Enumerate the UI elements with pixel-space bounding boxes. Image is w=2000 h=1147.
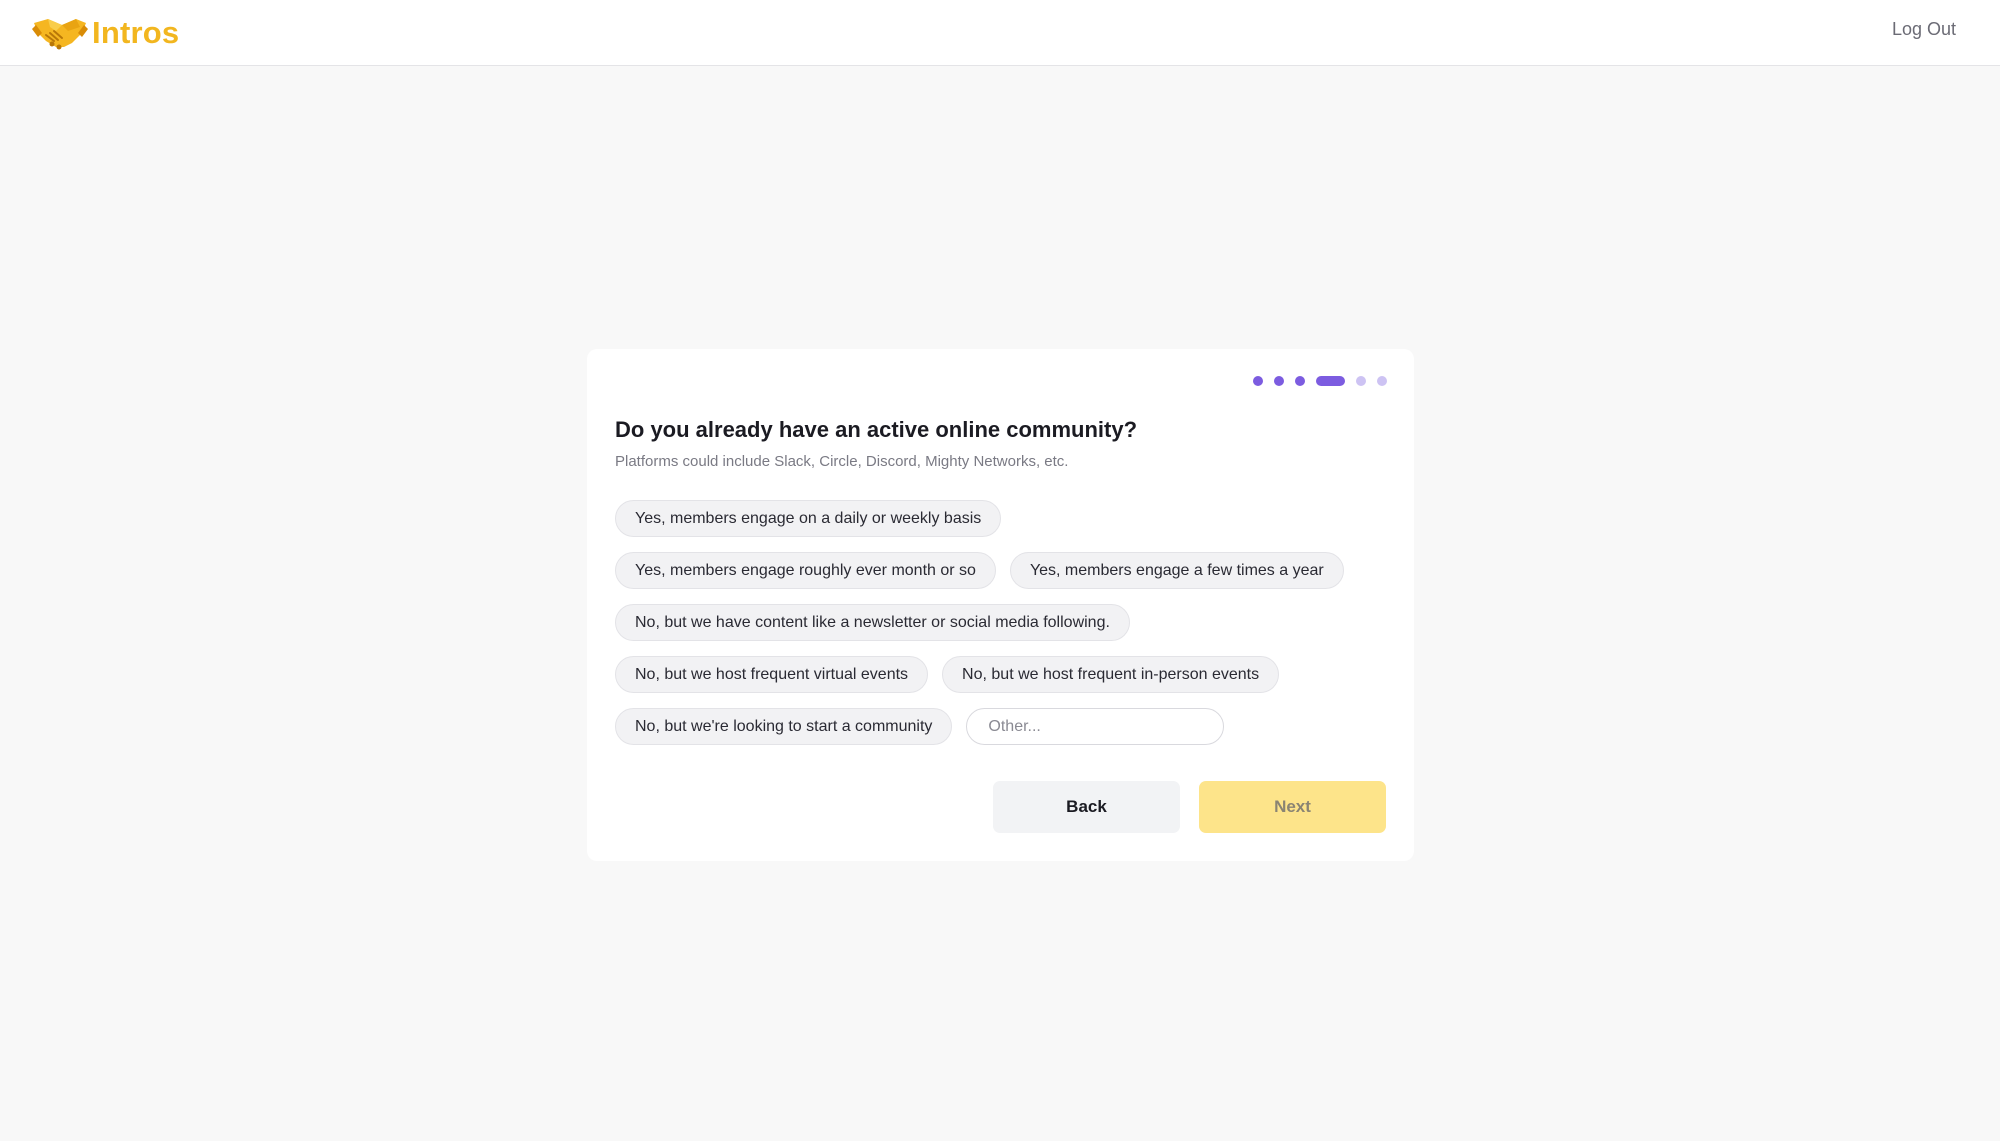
options-row: No, but we have content like a newslette…	[615, 604, 1395, 641]
progress-dot-complete	[1295, 376, 1305, 386]
progress-dot-pending	[1377, 376, 1387, 386]
progress-dot-complete	[1253, 376, 1263, 386]
option-daily-weekly[interactable]: Yes, members engage on a daily or weekly…	[615, 500, 1002, 537]
onboarding-card: Do you already have an active online com…	[587, 349, 1414, 861]
options-row: No, but we're looking to start a communi…	[615, 708, 1395, 745]
option-virtual-events[interactable]: No, but we host frequent virtual events	[615, 656, 929, 693]
step-progress-indicator	[1253, 376, 1387, 386]
progress-dot-current	[1316, 376, 1345, 386]
next-button[interactable]: Next	[1199, 781, 1386, 833]
question-subtitle: Platforms could include Slack, Circle, D…	[615, 453, 1069, 470]
option-few-times-year[interactable]: Yes, members engage a few times a year	[1009, 552, 1344, 589]
option-newsletter-social[interactable]: No, but we have content like a newslette…	[615, 604, 1130, 641]
logout-link[interactable]: Log Out	[1892, 19, 1956, 40]
back-button[interactable]: Back	[993, 781, 1180, 833]
options-row: No, but we host frequent virtual events …	[615, 656, 1395, 693]
top-header: Intros Log Out	[0, 0, 2000, 66]
options-row: Yes, members engage on a daily or weekly…	[615, 500, 1395, 537]
progress-dot-complete	[1274, 376, 1284, 386]
progress-dot-pending	[1356, 376, 1366, 386]
brand-name: Intros	[92, 15, 180, 50]
brand-logo[interactable]: Intros	[32, 10, 179, 56]
other-input[interactable]	[966, 708, 1225, 745]
page-background: Intros Log Out Do you already have an ac…	[0, 0, 2000, 1141]
option-start-community[interactable]: No, but we're looking to start a communi…	[615, 708, 953, 745]
option-in-person-events[interactable]: No, but we host frequent in-person event…	[942, 656, 1280, 693]
handshake-icon	[32, 13, 88, 53]
options-row: Yes, members engage roughly ever month o…	[615, 552, 1395, 589]
answer-options: Yes, members engage on a daily or weekly…	[615, 500, 1395, 760]
question-title: Do you already have an active online com…	[615, 417, 1138, 442]
option-monthly[interactable]: Yes, members engage roughly ever month o…	[615, 552, 996, 589]
